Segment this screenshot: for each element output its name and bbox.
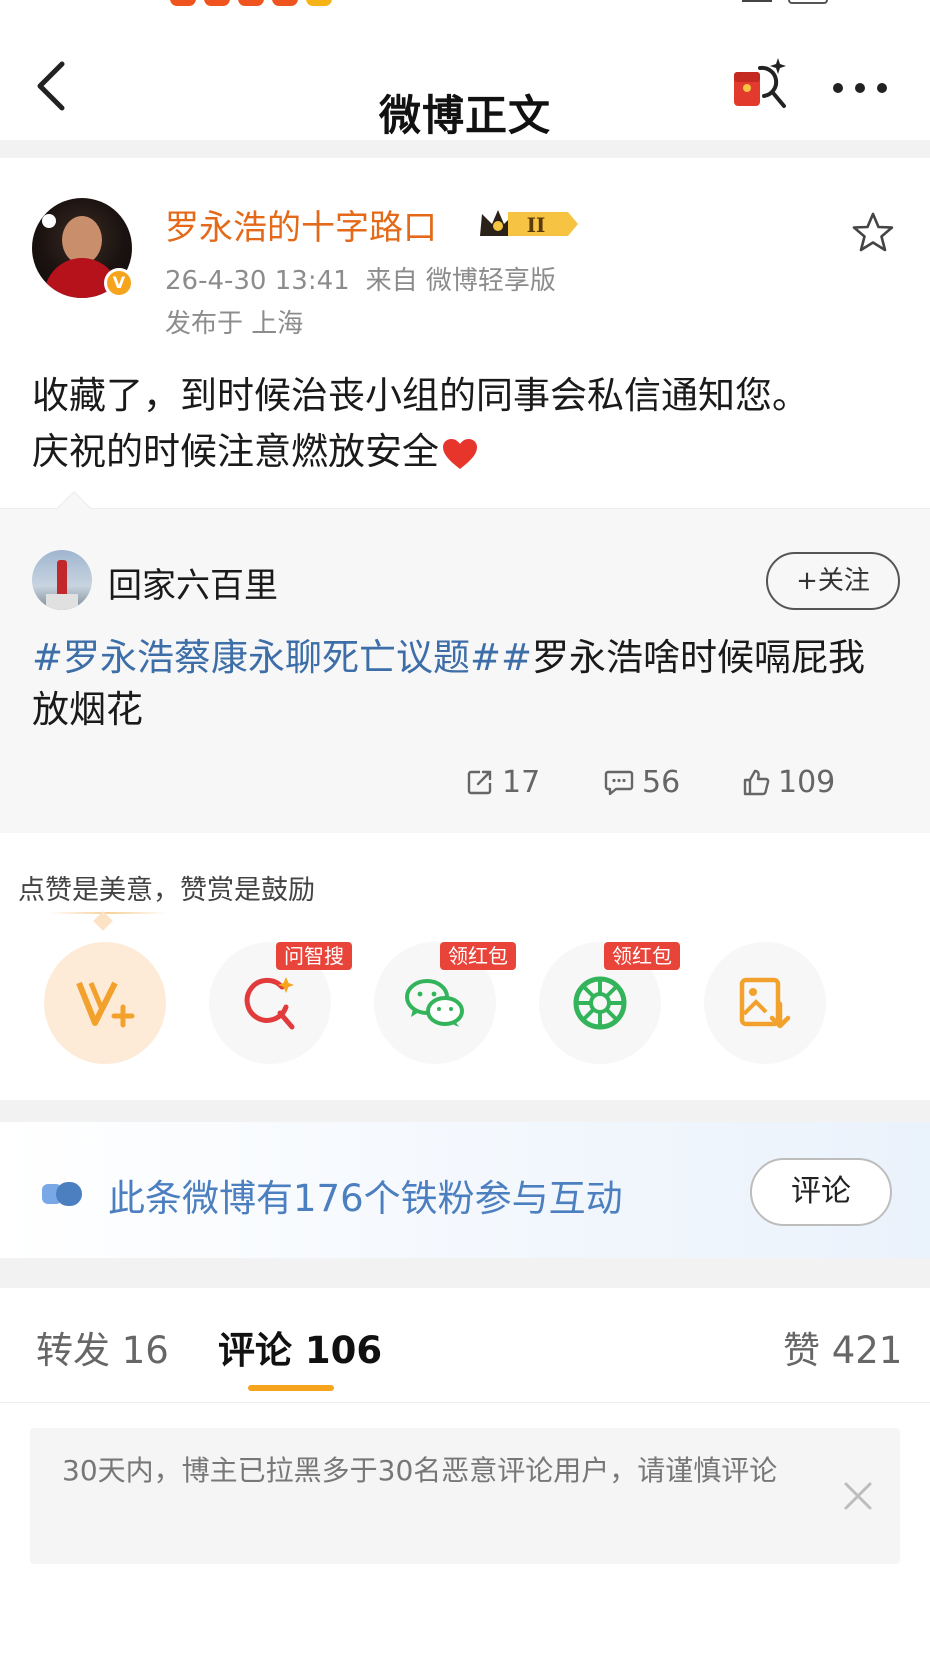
close-icon[interactable] — [838, 1476, 878, 1516]
quoted-author-avatar[interactable] — [32, 550, 92, 610]
reward-button[interactable] — [44, 942, 166, 1064]
iron-fans-icon — [42, 1182, 82, 1206]
wechat-icon — [405, 979, 464, 1027]
post-text-line: 收藏了，到时候治丧小组的同事会私信通知您。 — [32, 374, 809, 417]
v-plus-reward-icon — [76, 981, 135, 1028]
author-name[interactable]: 罗永浩的十字路口 — [165, 200, 437, 249]
more-options-icon[interactable] — [830, 78, 890, 98]
heart-emoji-icon — [443, 438, 477, 469]
post-meta: 26-4-30 13:41 来自 微博轻享版 — [165, 260, 556, 297]
status-bar — [0, 0, 930, 12]
comment-icon — [604, 770, 634, 796]
section-divider — [0, 1100, 930, 1122]
iron-fans-text[interactable]: 此条微博有176个铁粉参与互动 — [108, 1168, 623, 1222]
post-timestamp: 26-4-30 13:41 — [165, 266, 350, 296]
post-location: 发布于 上海 — [165, 309, 304, 339]
red-packet-tag: 领红包 — [440, 942, 516, 970]
favorite-star-icon[interactable] — [850, 210, 896, 256]
repost-icon — [467, 770, 492, 795]
signal-icon — [742, 0, 772, 2]
notification-dots — [170, 0, 332, 6]
post-text-line: 庆祝的时候注意燃放安全 — [32, 424, 902, 480]
tab-reposts[interactable]: 转发 16 — [36, 1320, 169, 1374]
member-crown-badge-icon[interactable]: II — [478, 206, 578, 242]
topic-link[interactable]: # — [501, 636, 532, 679]
smart-search-icon — [244, 977, 295, 1030]
post-body: 收藏了，到时候治丧小组的同事会私信通知您。 庆祝的时候注意燃放安全 — [32, 368, 902, 480]
red-packet-search-icon[interactable] — [730, 54, 792, 114]
tab-likes[interactable]: 赞 421 — [783, 1320, 902, 1374]
smart-search-tag: 问智搜 — [276, 942, 352, 970]
save-image-button[interactable] — [704, 942, 826, 1064]
comment-button[interactable]: 评论 — [750, 1158, 892, 1226]
repost-stat[interactable]: 17 — [466, 760, 540, 804]
red-packet-tag: 领红包 — [604, 942, 680, 970]
save-image-icon — [739, 977, 791, 1029]
active-tab-indicator — [248, 1385, 334, 1391]
comment-notice: 30天内，博主已拉黑多于30名恶意评论用户，请谨慎评论 — [30, 1428, 900, 1564]
svg-text:II: II — [527, 213, 546, 237]
quoted-author-name[interactable]: 回家六百里 — [108, 558, 278, 607]
reward-hint: 点赞是美意，赞赏是鼓励 — [18, 875, 315, 906]
thumbs-up-icon — [743, 769, 770, 796]
notice-text: 30天内，博主已拉黑多于30名恶意评论用户，请谨慎评论 — [62, 1454, 778, 1487]
verified-badge-icon: V — [104, 268, 134, 298]
post-source: 来自 微博轻享版 — [365, 266, 556, 296]
section-divider — [0, 140, 930, 158]
tab-comments[interactable]: 评论 106 — [218, 1320, 382, 1374]
battery-icon — [788, 0, 828, 4]
follow-button[interactable]: +关注 — [766, 552, 900, 610]
comment-stat[interactable]: 56 — [604, 760, 680, 804]
like-stat[interactable]: 109 — [742, 760, 835, 804]
section-divider — [0, 1258, 930, 1288]
quoted-post-text: #罗永浩蔡康永聊死亡议题##罗永浩啥时候嗝屁我放烟花 — [32, 632, 902, 736]
topic-link[interactable]: #罗永浩蔡康永聊死亡议题# — [32, 636, 501, 679]
wechat-moments-icon — [573, 976, 627, 1030]
nav-bar: 微博正文 — [0, 30, 930, 140]
